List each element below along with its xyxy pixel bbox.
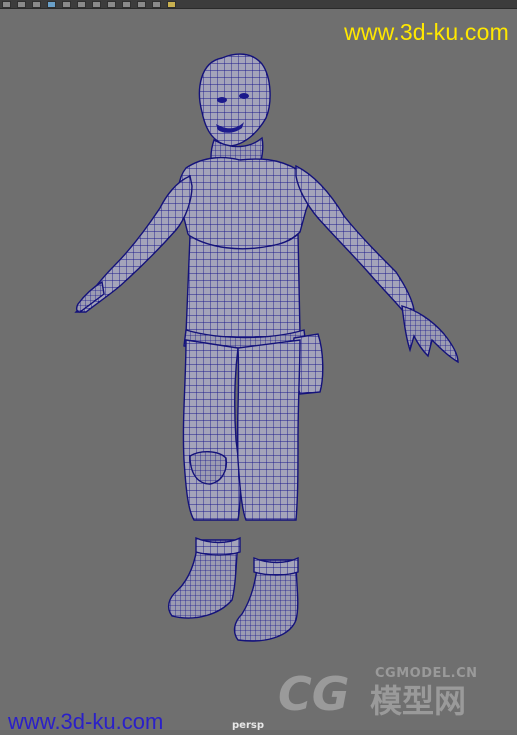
camera-label: persp bbox=[232, 720, 264, 731]
show-manipulator-icon[interactable] bbox=[122, 0, 131, 8]
perspective-viewport[interactable]: www.3d-ku.com CGMODEL.CN CG 模型网 www.3d-k… bbox=[0, 9, 517, 734]
render-settings-icon[interactable] bbox=[167, 0, 176, 8]
watermark-top: www.3d-ku.com bbox=[344, 19, 509, 45]
render-icon[interactable] bbox=[137, 0, 146, 8]
ipr-render-icon[interactable] bbox=[152, 0, 161, 8]
toolbar bbox=[0, 0, 517, 9]
character-wireframe-model[interactable] bbox=[0, 9, 517, 730]
logo-cg-text: CG bbox=[278, 667, 350, 721]
lasso-tool-icon[interactable] bbox=[17, 0, 26, 8]
watermark-bottom: www.3d-ku.com bbox=[8, 709, 164, 734]
scale-tool-icon[interactable] bbox=[77, 0, 86, 8]
rotate-tool-icon[interactable] bbox=[62, 0, 71, 8]
universal-manipulator-icon[interactable] bbox=[92, 0, 101, 8]
maya-window: www.3d-ku.com CGMODEL.CN CG 模型网 www.3d-k… bbox=[0, 0, 517, 734]
move-tool-icon[interactable] bbox=[47, 0, 56, 8]
soft-mod-icon[interactable] bbox=[107, 0, 116, 8]
select-tool-icon[interactable] bbox=[2, 0, 11, 8]
logo-small-text: CGMODEL.CN bbox=[375, 666, 478, 681]
paint-select-icon[interactable] bbox=[32, 0, 41, 8]
logo-cn-text: 模型网 bbox=[370, 682, 467, 720]
